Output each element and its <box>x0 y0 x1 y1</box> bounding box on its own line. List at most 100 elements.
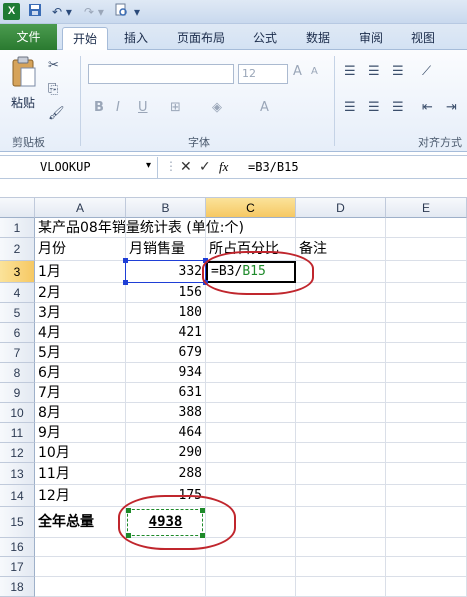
cell-e17[interactable] <box>386 557 467 577</box>
cell-a11[interactable]: 9月 <box>35 423 126 443</box>
cell-b11[interactable]: 464 <box>126 423 206 443</box>
cell-b6[interactable]: 421 <box>126 323 206 343</box>
row-header-11[interactable]: 11 <box>0 423 35 443</box>
insert-function-icon[interactable]: fx <box>219 159 228 175</box>
column-header-d[interactable]: D <box>296 198 386 218</box>
save-icon[interactable] <box>27 3 43 21</box>
row-header-6[interactable]: 6 <box>0 323 35 343</box>
row-header-10[interactable]: 10 <box>0 403 35 423</box>
cell-d13[interactable] <box>296 463 386 485</box>
cell-d6[interactable] <box>296 323 386 343</box>
cell-d2[interactable]: 备注 <box>296 238 386 261</box>
tab-data[interactable]: 数据 <box>297 27 339 50</box>
cell-b13[interactable]: 288 <box>126 463 206 485</box>
tab-review[interactable]: 审阅 <box>350 27 392 50</box>
fill-color-icon[interactable]: ◈ <box>212 100 222 115</box>
cell-c13[interactable] <box>206 463 296 485</box>
cell-c6[interactable] <box>206 323 296 343</box>
cell-a13[interactable]: 11月 <box>35 463 126 485</box>
print-preview-icon[interactable] <box>112 3 130 21</box>
column-header-e[interactable]: E <box>386 198 467 218</box>
underline-button[interactable]: U <box>138 100 148 115</box>
name-box-dropdown-icon[interactable]: ▾ <box>146 160 151 171</box>
cell-b7[interactable]: 679 <box>126 343 206 363</box>
tab-view[interactable]: 视图 <box>402 27 444 50</box>
align-bottom-icon[interactable]: ☰ <box>392 64 404 79</box>
indent-icon[interactable]: ⇤ <box>422 100 433 115</box>
cell-e4[interactable] <box>386 283 467 303</box>
cell-d11[interactable] <box>296 423 386 443</box>
italic-button[interactable]: I <box>116 100 120 115</box>
cell-d17[interactable] <box>296 557 386 577</box>
row-header-2[interactable]: 2 <box>0 238 35 261</box>
font-color-icon[interactable]: A <box>260 100 269 115</box>
cell-c18[interactable] <box>206 577 296 597</box>
cell-d7[interactable] <box>296 343 386 363</box>
cell-a18[interactable] <box>35 577 126 597</box>
borders-icon[interactable]: ⊞ <box>170 100 181 115</box>
cell-b5[interactable]: 180 <box>126 303 206 323</box>
cell-a6[interactable]: 4月 <box>35 323 126 343</box>
cell-e15[interactable] <box>386 507 467 538</box>
customize-qat-button[interactable]: ▾ <box>132 3 142 21</box>
row-header-8[interactable]: 8 <box>0 363 35 383</box>
cell-e9[interactable] <box>386 383 467 403</box>
cell-b8[interactable]: 934 <box>126 363 206 383</box>
align-top-icon[interactable]: ☰ <box>344 64 356 79</box>
cell-a16[interactable] <box>35 538 126 557</box>
cell-d4[interactable] <box>296 283 386 303</box>
cell-d15[interactable] <box>296 507 386 538</box>
align-center-icon[interactable]: ☰ <box>368 100 380 115</box>
row-header-9[interactable]: 9 <box>0 383 35 403</box>
cell-c5[interactable] <box>206 303 296 323</box>
cell-b2[interactable]: 月销售量 <box>126 238 206 261</box>
reference-handle[interactable] <box>123 280 128 285</box>
cell-d14[interactable] <box>296 485 386 507</box>
cell-a4[interactable]: 2月 <box>35 283 126 303</box>
cell-b9[interactable]: 631 <box>126 383 206 403</box>
reference-handle[interactable] <box>123 258 128 263</box>
cell-c7[interactable] <box>206 343 296 363</box>
cell-a2[interactable]: 月份 <box>35 238 126 261</box>
row-header-15[interactable]: 15 <box>0 507 35 538</box>
undo-button[interactable]: ↶ ▾ <box>48 3 76 21</box>
row-header-17[interactable]: 17 <box>0 557 35 577</box>
select-all-corner[interactable] <box>0 198 35 218</box>
cell-d18[interactable] <box>296 577 386 597</box>
shrink-font-icon[interactable]: A <box>311 66 318 77</box>
grow-font-icon[interactable]: A <box>293 64 302 79</box>
bold-button[interactable]: B <box>94 100 104 115</box>
cell-e5[interactable] <box>386 303 467 323</box>
row-header-4[interactable]: 4 <box>0 283 35 303</box>
tab-file[interactable]: 文件 <box>0 24 57 50</box>
cell-b17[interactable] <box>126 557 206 577</box>
cell-a8[interactable]: 6月 <box>35 363 126 383</box>
row-header-7[interactable]: 7 <box>0 343 35 363</box>
cell-e2[interactable] <box>386 238 467 261</box>
align-left-icon[interactable]: ☰ <box>344 100 356 115</box>
cell-a10[interactable]: 8月 <box>35 403 126 423</box>
align-middle-icon[interactable]: ☰ <box>368 64 380 79</box>
cell-d9[interactable] <box>296 383 386 403</box>
cell-b18[interactable] <box>126 577 206 597</box>
row-header-16[interactable]: 16 <box>0 538 35 557</box>
cell-d8[interactable] <box>296 363 386 383</box>
cell-a17[interactable] <box>35 557 126 577</box>
row-header-14[interactable]: 14 <box>0 485 35 507</box>
tab-page-layout[interactable]: 页面布局 <box>168 27 234 50</box>
resize-handle-icon[interactable]: ⋮ <box>165 159 177 173</box>
cell-a5[interactable]: 3月 <box>35 303 126 323</box>
format-painter-icon[interactable]: 🖌 <box>48 106 65 121</box>
cell-e14[interactable] <box>386 485 467 507</box>
row-header-13[interactable]: 13 <box>0 463 35 485</box>
cell-e6[interactable] <box>386 323 467 343</box>
cell-c10[interactable] <box>206 403 296 423</box>
align-right-icon[interactable]: ☰ <box>392 100 404 115</box>
paste-icon[interactable] <box>10 56 38 92</box>
cell-d1[interactable] <box>296 218 386 238</box>
cell-d10[interactable] <box>296 403 386 423</box>
name-box[interactable]: VLOOKUP <box>0 157 158 178</box>
cell-c17[interactable] <box>206 557 296 577</box>
cell-a12[interactable]: 10月 <box>35 443 126 463</box>
cell-d16[interactable] <box>296 538 386 557</box>
